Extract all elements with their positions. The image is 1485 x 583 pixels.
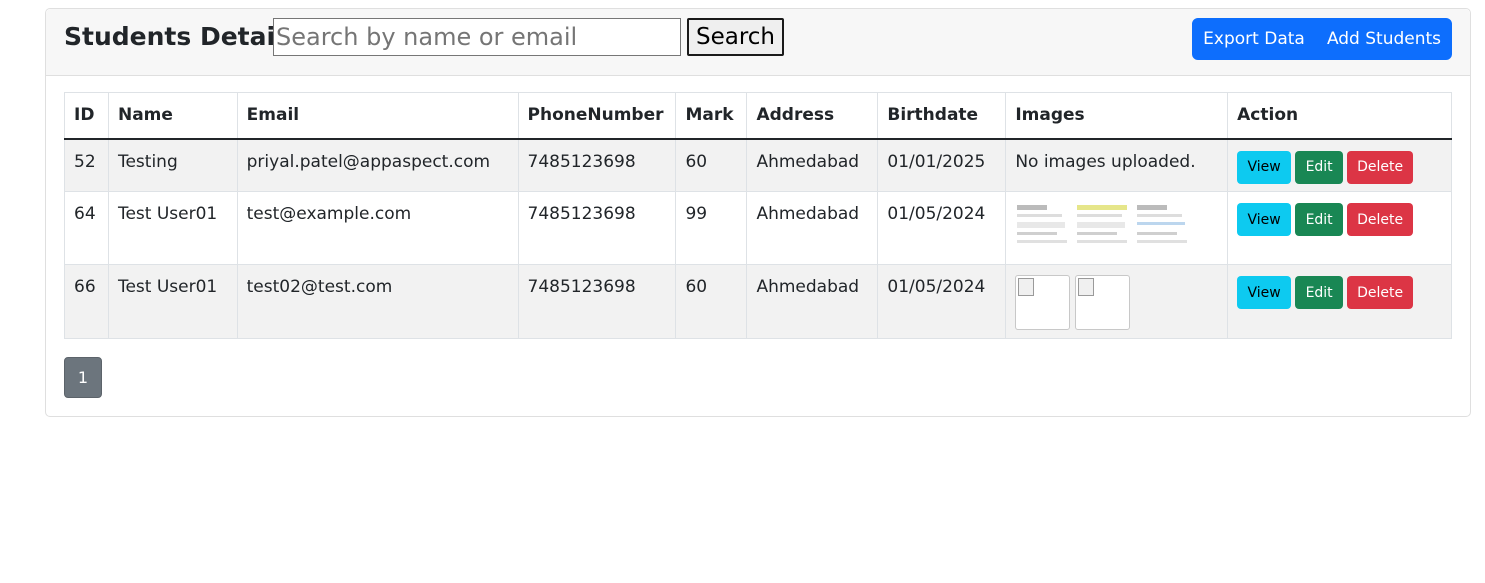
students-card: Students Details Search Export Data Add …: [45, 8, 1471, 417]
column-header-birthdate: Birthdate: [877, 92, 1007, 140]
cell-name: Testing: [107, 138, 238, 192]
table-header-row: ID Name Email PhoneNumber Mark Address B…: [64, 92, 1452, 140]
cell-birthdate: 01/05/2024: [877, 264, 1007, 339]
column-header-name: Name: [107, 92, 238, 140]
edit-button[interactable]: Edit: [1295, 276, 1344, 309]
delete-button[interactable]: Delete: [1347, 150, 1414, 184]
broken-image-icon[interactable]: [1075, 275, 1131, 330]
table-row: 66 Test User01 test02@test.com 748512369…: [64, 264, 1452, 339]
add-students-button[interactable]: Add Students: [1316, 18, 1452, 60]
cell-phone: 7485123698: [517, 264, 677, 339]
column-header-phone: PhoneNumber: [517, 92, 677, 140]
view-button[interactable]: View: [1237, 276, 1292, 309]
cell-phone: 7485123698: [517, 191, 677, 265]
cell-name: Test User01: [107, 264, 238, 339]
card-header: Students Details Search Export Data Add …: [46, 9, 1470, 76]
cell-birthdate: 01/01/2025: [877, 138, 1007, 192]
cell-email: test02@test.com: [236, 264, 519, 339]
cell-action: View Edit Delete: [1227, 191, 1452, 265]
students-table: ID Name Email PhoneNumber Mark Address B…: [64, 92, 1452, 339]
cell-email: priyal.patel@appaspect.com: [236, 138, 519, 192]
cell-address: Ahmedabad: [746, 191, 879, 265]
cell-mark: 99: [675, 191, 748, 265]
cell-id: 64: [64, 191, 109, 265]
export-data-button[interactable]: Export Data: [1192, 18, 1316, 60]
column-header-action: Action: [1227, 92, 1452, 140]
cell-mark: 60: [675, 264, 748, 339]
edit-button[interactable]: Edit: [1295, 150, 1344, 184]
cell-images: [1005, 264, 1229, 339]
column-header-mark: Mark: [675, 92, 748, 140]
cell-birthdate: 01/05/2024: [877, 191, 1007, 265]
table-row: 64 Test User01 test@example.com 74851236…: [64, 191, 1452, 265]
delete-button[interactable]: Delete: [1347, 276, 1414, 309]
cell-action: View Edit Delete: [1227, 264, 1452, 339]
page-title: Students Details: [64, 22, 299, 51]
cell-phone: 7485123698: [517, 138, 677, 192]
view-button[interactable]: View: [1237, 203, 1292, 236]
delete-button[interactable]: Delete: [1347, 203, 1414, 236]
cell-id: 52: [64, 138, 109, 192]
student-image-thumbnail[interactable]: [1015, 202, 1071, 254]
pagination-page-1[interactable]: 1: [64, 357, 102, 398]
cell-name: Test User01: [107, 191, 238, 265]
cell-id: 66: [64, 264, 109, 339]
cell-address: Ahmedabad: [746, 264, 879, 339]
broken-image-icon[interactable]: [1015, 275, 1071, 330]
student-image-thumbnail[interactable]: [1075, 202, 1131, 254]
column-header-email: Email: [236, 92, 519, 140]
cell-action: View Edit Delete: [1227, 138, 1452, 192]
column-header-address: Address: [746, 92, 879, 140]
column-header-images: Images: [1005, 92, 1229, 140]
table-row: 52 Testing priyal.patel@appaspect.com 74…: [64, 138, 1452, 192]
search-button[interactable]: Search: [687, 18, 784, 56]
cell-images: [1005, 191, 1229, 265]
cell-email: test@example.com: [236, 191, 519, 265]
cell-address: Ahmedabad: [746, 138, 879, 192]
edit-button[interactable]: Edit: [1295, 203, 1344, 236]
view-button[interactable]: View: [1237, 150, 1292, 184]
student-image-thumbnail[interactable]: [1135, 202, 1191, 254]
cell-images: No images uploaded.: [1005, 138, 1229, 192]
column-header-id: ID: [64, 92, 109, 140]
search-input[interactable]: [273, 18, 681, 56]
cell-mark: 60: [675, 138, 748, 192]
